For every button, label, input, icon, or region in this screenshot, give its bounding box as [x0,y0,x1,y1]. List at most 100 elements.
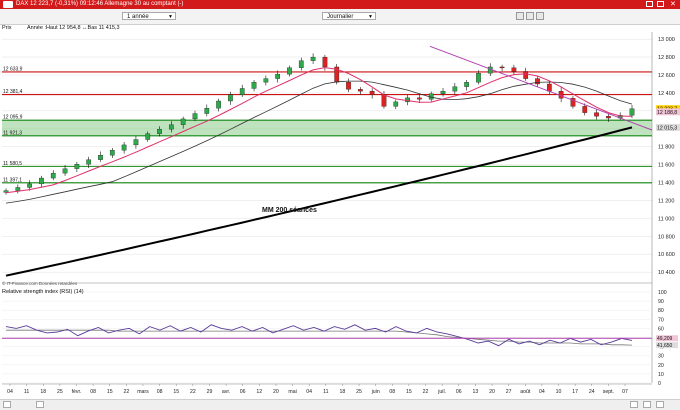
candle-body [62,168,68,174]
candle-body [86,159,92,165]
zoom-out-icon[interactable] [630,401,638,408]
y-tick-label: 10 600 [658,252,675,258]
chart-area[interactable]: 12 633,9 12 381,4 12 095,9 11 921,3 11 580,5… [0,0,680,399]
candle-body [275,73,281,79]
x-tick-label: 15 [107,389,113,395]
candle-body [499,66,505,69]
candle-body [310,56,316,61]
candle-body [322,56,328,68]
candle-body [180,118,186,125]
rsi-tag-label: 41,650 [657,343,673,349]
scroll-left-icon[interactable] [3,401,11,408]
candle-body [251,82,257,89]
candle-body [239,88,245,95]
rsi-tick-label: 90 [658,299,664,305]
y-tick-label: 11 000 [658,216,674,222]
candle-body [369,90,375,95]
candle-body [381,94,387,107]
rsi-tick-label: 60 [658,326,664,332]
candle-body [74,164,80,169]
x-tick-label: sept. [603,389,614,395]
rsi-tick-label: 20 [658,363,664,369]
x-tick-label: 08 [389,389,395,395]
y-tick-label: 11 400 [658,181,674,187]
rsi-tick-label: 0 [658,381,661,387]
candle-body [582,106,588,113]
x-tick-label: 27 [506,389,512,395]
rsi-tick-label: 100 [658,290,667,296]
level-label: 12 633,9 [3,66,23,72]
x-tick-label: févr. [72,389,82,395]
x-tick-label: 24 [589,389,595,395]
candle-body [440,90,446,94]
zoom-in-icon[interactable] [643,401,651,408]
y-tick-label: 12 600 [658,73,675,79]
x-tick-label: 20 [273,389,279,395]
candle-body [169,124,174,130]
candle-body [121,144,127,151]
candle-body [546,83,552,92]
candle-body [263,78,269,83]
rsi-tag-label: 49,209 [657,336,673,342]
trendline [429,45,653,131]
x-tick-label: 04 [539,389,545,395]
candle-body [98,155,103,160]
candle-body [535,78,540,85]
y-tick-label: 10 800 [658,234,675,240]
scroll-right-icon[interactable] [36,401,44,408]
candle-body [511,67,517,72]
x-tick-label: 08 [157,389,163,395]
x-tick-label: 25 [57,389,63,395]
y-tick-label: 12 800 [658,55,675,61]
x-tick-label: 15 [406,389,412,395]
x-tick-label: 29 [207,389,213,395]
candle-body [204,108,210,114]
x-tick-label: août [520,389,531,395]
y-tick-label: 11 800 [658,145,674,151]
candle-body [523,71,529,79]
x-tick-label: 06 [240,389,246,395]
candle-body [50,172,56,179]
level-label: 11 580,5 [3,161,22,167]
level-label: 11 921,3 [3,130,22,136]
candle-body [192,113,198,120]
y-tick-label: 10 400 [658,270,675,276]
x-tick-label: 18 [40,389,46,395]
mm200-label: MM 200 séances [262,207,317,214]
x-tick-label: mars [137,389,149,395]
x-tick-label: 10 [556,389,562,395]
x-tick-label: 07 [622,389,628,395]
y-tick-label: 11 200 [658,198,674,204]
candle-body [298,60,304,68]
x-tick-label: juin [371,389,380,395]
candle-body [109,150,115,156]
candle-body [629,108,635,116]
rsi-tick-label: 30 [658,354,664,360]
candle-body [594,112,599,117]
x-tick-label: 06 [456,389,462,395]
x-tick-label: 04 [306,389,312,395]
rsi-tick-label: 10 [658,372,664,378]
price-tag-label: 12 015,3 [657,125,677,131]
x-tick-label: juil. [437,389,446,395]
footer-bar [0,399,680,410]
price-tag-label: 12 188,8 [657,110,677,116]
candle-body [145,133,151,140]
x-tick-label: avr. [222,389,230,395]
y-tick-label: 11 600 [658,163,674,169]
y-tick-label: 13 000 [658,37,675,43]
candle-body [606,116,611,119]
level-label: 12 381,4 [3,89,23,95]
x-tick-label: 17 [572,389,578,395]
settings-icon[interactable] [656,401,664,408]
candle-body [228,94,233,102]
candle-body [417,97,422,100]
candle-body [133,139,139,146]
x-tick-label: 08 [90,389,96,395]
mm200-line [5,126,633,277]
candle-body [476,73,481,83]
candle-body [15,187,21,191]
level-label: 11 397,1 [3,177,22,183]
candle-body [216,100,221,109]
x-tick-label: 20 [489,389,495,395]
